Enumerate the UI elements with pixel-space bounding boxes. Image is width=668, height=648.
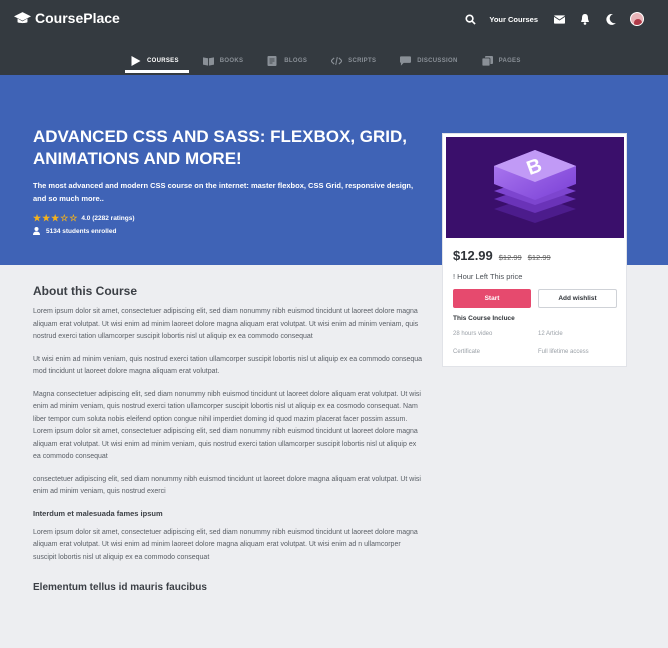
your-courses-link[interactable]: Your Courses	[489, 15, 538, 24]
main-nav: COURSES BOOKS BLOGS SCRIPTS DISCUSSION P…	[130, 52, 545, 70]
brand-logo[interactable]: CoursePlace	[14, 10, 120, 26]
nav-item-label: BLOGS	[284, 58, 308, 64]
nav-item-blogs[interactable]: BLOGS	[267, 56, 307, 66]
star-empty-icon: ☆	[60, 213, 69, 223]
avatar[interactable]	[630, 12, 644, 26]
star-filled-icon: ★	[42, 213, 51, 223]
students-text: 5134 students enrolled	[46, 227, 117, 235]
about-paragraph: Lorem ipsum dolor sit amet, consectetuer…	[33, 308, 419, 340]
user-icon	[33, 227, 40, 235]
old-price: $12.99	[527, 253, 551, 262]
active-tab-indicator	[125, 70, 189, 73]
about-paragraph: consectetuer adipiscing elit, sed diam n…	[33, 475, 421, 496]
star-empty-icon: ☆	[69, 213, 78, 223]
play-icon	[131, 56, 141, 66]
course-title: ADVANCED CSS AND SASS: FLEXBOX, GRID, AN…	[33, 127, 408, 168]
top-navbar: CoursePlace Your Courses COURSES BOOKS B…	[0, 0, 668, 75]
nav-item-scripts[interactable]: SCRIPTS	[331, 56, 376, 66]
nav-item-label: BOOKS	[219, 58, 244, 64]
bell-icon[interactable]	[578, 12, 592, 26]
chat-icon	[400, 56, 412, 66]
current-price: $12.99	[453, 248, 493, 263]
nav-item-discussion[interactable]: DISCUSSION	[400, 56, 457, 66]
moon-icon[interactable]	[604, 12, 618, 26]
book-icon	[202, 57, 214, 66]
students-enrolled: 5134 students enrolled	[33, 227, 116, 235]
include-item: 12 Article	[538, 331, 563, 337]
star-filled-icon: ★	[51, 213, 60, 223]
about-paragraph: Lorem ipsum dolor sit amet, consectetuer…	[33, 528, 418, 561]
old-price: $12.99	[498, 253, 522, 262]
bootstrap-logo-icon: B	[446, 137, 624, 238]
include-item: 28 hours video	[453, 331, 493, 337]
rating-stars: ★ ★ ★ ☆ ☆	[33, 214, 77, 223]
brand-name: CoursePlace	[35, 10, 120, 26]
add-wishlist-button[interactable]: Add wishlist	[538, 289, 617, 308]
blog-icon	[267, 56, 277, 66]
course-purchase-card: B $12.99 $12.99 $12.99 ! Hour Left This …	[442, 133, 627, 367]
about-paragraph: Ut wisi enim ad minim veniam, quis nostr…	[33, 355, 423, 376]
include-item: Certificate	[453, 349, 481, 355]
course-about: About this Course Lorem ipsum dolor sit …	[33, 284, 423, 593]
price-row: $12.99 $12.99 $12.99	[453, 248, 551, 263]
nav-item-label: PAGES	[498, 58, 521, 64]
start-button[interactable]: Start	[453, 289, 531, 308]
search-icon[interactable]	[463, 12, 477, 26]
code-icon	[331, 56, 343, 66]
nav-item-label: COURSES	[147, 58, 179, 64]
pages-icon	[481, 56, 493, 66]
course-description: The most advanced and modern CSS course …	[33, 181, 414, 203]
course-rating: ★ ★ ★ ☆ ☆ 4.0 (2282 ratings)	[33, 214, 135, 223]
price-timer: ! Hour Left This price	[453, 272, 523, 281]
nav-item-pages[interactable]: PAGES	[481, 56, 521, 66]
mail-icon[interactable]	[552, 12, 566, 26]
top-actions: Your Courses	[451, 10, 644, 28]
nav-item-label: SCRIPTS	[348, 58, 377, 64]
section-heading: Elementum tellus id mauris faucibus	[33, 582, 207, 593]
includes-title: This Course Incluce	[453, 315, 515, 322]
about-subheading: Interdum et malesuada fames ipsum	[33, 508, 163, 518]
about-heading: About this Course	[33, 284, 137, 298]
about-paragraph: Magna consectetuer adipiscing elit, sed …	[33, 390, 421, 461]
graduation-cap-icon	[14, 11, 31, 23]
course-thumbnail: B	[446, 137, 624, 238]
include-item: Full lifetime access	[538, 349, 589, 355]
star-filled-icon: ★	[33, 213, 42, 223]
nav-item-label: DISCUSSION	[417, 58, 458, 64]
nav-item-courses[interactable]: COURSES	[130, 56, 179, 66]
rating-text: 4.0 (2282 ratings)	[81, 215, 135, 222]
nav-item-books[interactable]: BOOKS	[202, 56, 244, 66]
